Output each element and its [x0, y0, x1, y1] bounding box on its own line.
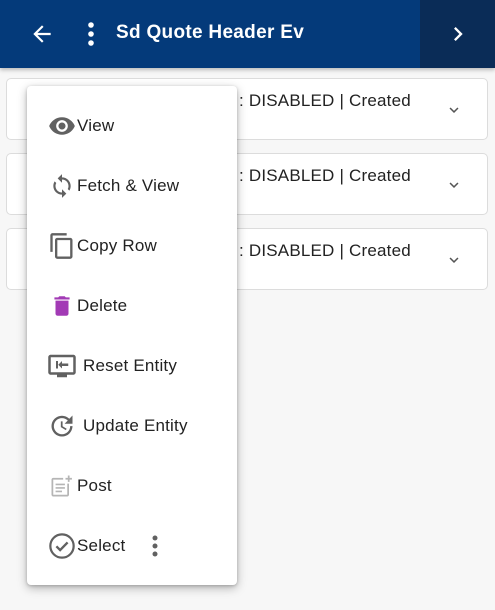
menu-item-label: View — [77, 116, 115, 135]
trash-icon — [47, 291, 77, 321]
row-status-text: : DISABLED | Created — [239, 91, 411, 110]
menu-item-post[interactable]: Post — [27, 456, 237, 516]
chevron-down-icon[interactable] — [445, 251, 463, 269]
row-status-text: : DISABLED | Created — [239, 241, 411, 260]
vertical-dots-icon — [152, 535, 158, 557]
eye-icon — [47, 111, 77, 141]
menu-item-fetch-view[interactable]: Fetch & View — [27, 156, 237, 216]
header-more-button[interactable] — [76, 14, 106, 54]
menu-item-label: Copy Row — [77, 236, 158, 255]
app-window: Sd Quote Header Ev : DISABLED | Created … — [0, 0, 495, 610]
check-circle-icon — [47, 531, 77, 561]
menu-item-select[interactable]: Select — [27, 516, 237, 576]
post-note-icon — [47, 471, 77, 501]
menu-item-label: Fetch & View — [77, 176, 180, 195]
arrow-left-icon — [33, 25, 51, 43]
reset-entity-icon — [47, 351, 77, 381]
menu-item-label: Reset Entity — [83, 356, 178, 375]
copy-icon — [47, 231, 77, 261]
next-button[interactable] — [420, 0, 495, 68]
menu-item-delete[interactable]: Delete — [27, 276, 237, 336]
chevron-right-icon — [453, 27, 463, 41]
menu-item-label: Select — [77, 536, 126, 555]
menu-item-reset-entity[interactable]: Reset Entity — [27, 336, 237, 396]
row-context-menu: View Fetch & View Copy Row Delete Reset … — [27, 86, 237, 585]
back-button[interactable] — [22, 14, 62, 54]
refresh-icon — [47, 171, 77, 201]
top-app-bar: Sd Quote Header Ev — [0, 0, 495, 68]
row-status-text: : DISABLED | Created — [239, 166, 411, 185]
vertical-dots-icon — [88, 22, 94, 46]
menu-item-label: Post — [77, 476, 112, 495]
chevron-down-icon[interactable] — [445, 176, 463, 194]
menu-item-label: Update Entity — [83, 416, 188, 435]
update-history-icon — [47, 411, 77, 441]
menu-item-update-entity[interactable]: Update Entity — [27, 396, 237, 456]
chevron-down-icon[interactable] — [445, 101, 463, 119]
select-more-button[interactable] — [149, 531, 161, 561]
menu-item-view[interactable]: View — [27, 96, 237, 156]
page-title: Sd Quote Header Ev — [116, 22, 305, 43]
menu-item-copy-row[interactable]: Copy Row — [27, 216, 237, 276]
menu-item-label: Delete — [77, 296, 128, 315]
